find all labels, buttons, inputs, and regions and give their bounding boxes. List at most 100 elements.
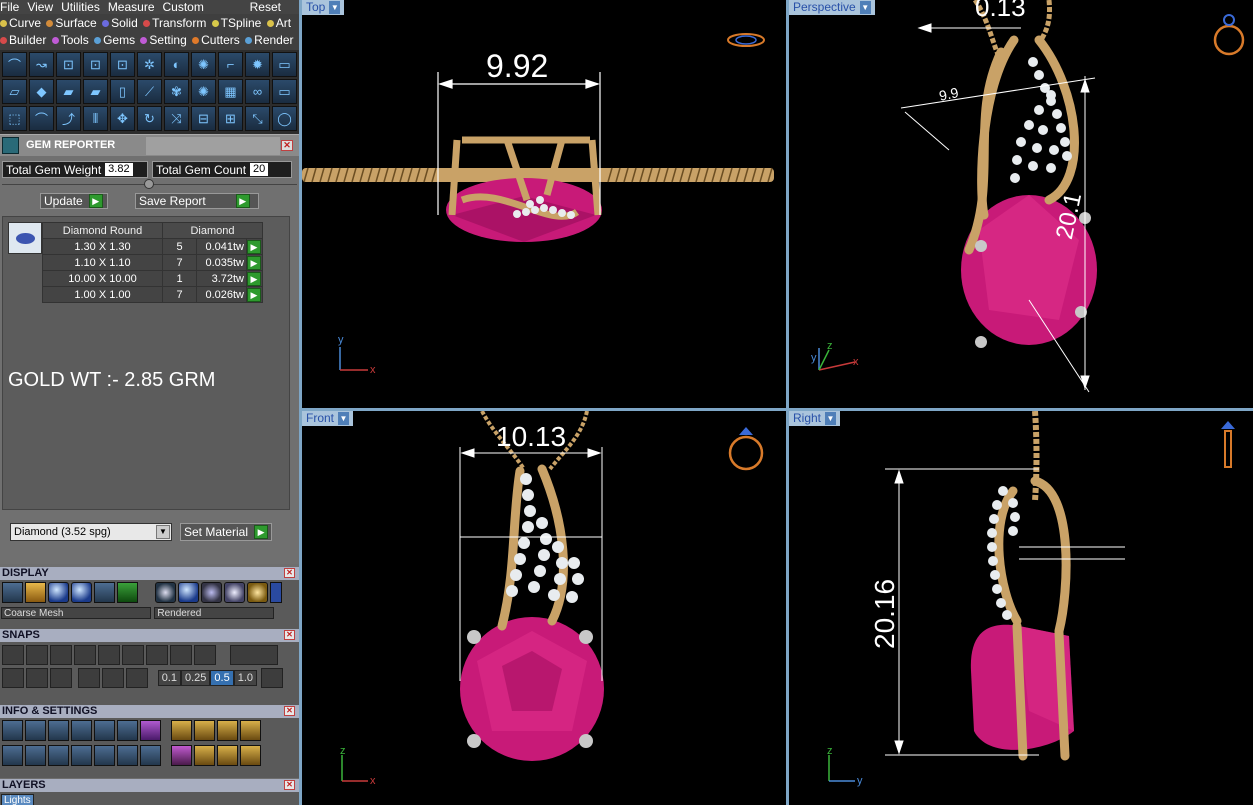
lock2-tool-icon[interactable]: ⊡ <box>83 52 108 77</box>
snap-value-1-0[interactable]: 1.0 <box>233 670 257 686</box>
texture-icon[interactable] <box>94 582 115 603</box>
set-material-button[interactable]: Set Material ▶ <box>180 523 272 541</box>
close-icon[interactable]: ✕ <box>284 780 295 790</box>
settings-gear-icon[interactable] <box>2 720 23 741</box>
category-gems[interactable]: Gems <box>94 32 135 49</box>
drop-tool-icon[interactable]: ◐ <box>164 52 189 77</box>
category-transform[interactable]: Transform <box>143 15 206 32</box>
snap-cube-icon[interactable] <box>26 668 48 688</box>
front-viewport[interactable]: 10.13 z x Front ▼ <box>302 411 786 805</box>
menu-utilities[interactable]: Utilities <box>61 0 100 14</box>
move-tool-icon[interactable]: ✥ <box>110 106 135 131</box>
top-viewport-label[interactable]: Top ▼ <box>302 0 345 15</box>
wireframe-icon[interactable] <box>2 582 23 603</box>
window-2-icon[interactable] <box>217 720 238 741</box>
material-ball-2-icon[interactable] <box>177 582 199 603</box>
snap-plane-icon[interactable] <box>102 668 124 688</box>
category-builder[interactable]: Builder <box>0 32 46 49</box>
wrench-icon[interactable] <box>25 720 46 741</box>
profile-tool-icon[interactable]: ⌒ <box>2 52 27 77</box>
perspective-viewport[interactable]: 0.13 9.9 20.1 y z x Perspective ▼ <box>789 0 1253 408</box>
category-tspline[interactable]: TSpline <box>211 15 261 32</box>
front-viewport-label[interactable]: Front ▼ <box>302 411 354 426</box>
menu-view[interactable]: View <box>27 0 53 14</box>
snap-value-0-25[interactable]: 0.25 <box>180 670 211 686</box>
select-row-icon[interactable]: ▶ <box>247 239 261 254</box>
mirror-tool-icon[interactable]: ⫴ <box>83 106 108 131</box>
lock3-tool-icon[interactable]: ⊡ <box>110 52 135 77</box>
snap-gear-icon[interactable] <box>122 645 144 665</box>
render-mode-select[interactable]: Rendered <box>154 607 275 619</box>
category-tools[interactable]: Tools <box>51 32 89 49</box>
scale-tool-icon[interactable]: ⤡ <box>245 106 270 131</box>
perspective-viewport-label[interactable]: Perspective ▼ <box>789 0 875 15</box>
list-icon[interactable] <box>140 745 161 766</box>
snap-center-icon[interactable] <box>146 645 168 665</box>
material-select[interactable]: Diamond (3.52 spg) ▼ <box>10 523 172 541</box>
reset-button[interactable]: Reset <box>250 0 281 14</box>
select-row-icon[interactable]: ▶ <box>247 287 261 302</box>
menu-custom[interactable]: Custom <box>163 0 204 14</box>
snap-value-0-1[interactable]: 0.1 <box>157 670 181 686</box>
blade-tool-icon[interactable]: ⟋ <box>137 79 162 104</box>
category-art[interactable]: Art <box>266 15 291 32</box>
select-icon[interactable] <box>117 745 138 766</box>
filter-icon[interactable] <box>94 745 115 766</box>
layers-stack-icon[interactable] <box>48 720 69 741</box>
chain-tool-icon[interactable]: ∞ <box>245 79 270 104</box>
brush-icon[interactable] <box>171 720 192 741</box>
green-map-icon[interactable] <box>117 582 138 603</box>
notes-icon[interactable] <box>117 720 138 741</box>
anchor-icon[interactable] <box>194 745 215 766</box>
close-icon[interactable]: ✕ <box>284 568 295 578</box>
save-report-button[interactable]: Save Report ▶ <box>135 193 259 209</box>
grid-view-icon[interactable] <box>2 745 23 766</box>
export-icon[interactable] <box>240 720 261 741</box>
category-curve[interactable]: Curve <box>0 15 41 32</box>
panel2-tool-icon[interactable]: ▭ <box>272 79 297 104</box>
sphere-shaded-icon[interactable] <box>48 582 69 603</box>
diamond-tool-icon[interactable]: ◆ <box>29 79 54 104</box>
right-viewport[interactable]: 20.16 z y Right ▼ <box>789 411 1253 805</box>
align-tool-icon[interactable]: ⊟ <box>191 106 216 131</box>
material-ball-4-icon[interactable] <box>223 582 245 603</box>
mesh-tool-icon[interactable]: ✲ <box>137 52 162 77</box>
snap-measure-icon[interactable] <box>78 668 100 688</box>
panel-tool-icon[interactable]: ▭ <box>272 52 297 77</box>
snap-tangent-icon[interactable] <box>194 645 216 665</box>
grid-tool-icon[interactable]: ▦ <box>218 79 243 104</box>
pink-tool-icon[interactable] <box>171 745 192 766</box>
cylinder-icon[interactable] <box>71 745 92 766</box>
snap-point-icon[interactable] <box>74 645 96 665</box>
close-icon[interactable]: ✕ <box>284 706 295 716</box>
window-icon[interactable] <box>194 720 215 741</box>
plane-tool-icon[interactable]: ▱ <box>2 79 27 104</box>
gold-shade-icon[interactable] <box>25 582 46 603</box>
circle-tool-icon[interactable]: ◯ <box>272 106 297 131</box>
page-tool-icon[interactable]: ▯ <box>110 79 135 104</box>
view-ring-icon[interactable] <box>727 33 765 47</box>
cube-grid-icon[interactable] <box>48 745 69 766</box>
material-ball-3-icon[interactable] <box>200 582 222 603</box>
rotate-tool-icon[interactable]: ↻ <box>137 106 162 131</box>
cube-color-icon[interactable] <box>140 720 161 741</box>
snap-corner-icon[interactable] <box>98 645 120 665</box>
gear-tool-icon[interactable]: ✹ <box>245 52 270 77</box>
slider-icon[interactable] <box>269 582 282 603</box>
update-button[interactable]: Update ▶ <box>40 193 108 209</box>
rail-tool-icon[interactable]: ↝ <box>29 52 54 77</box>
bend-tool-icon[interactable]: ⤴ <box>56 106 81 131</box>
snap-curve-icon[interactable] <box>26 645 48 665</box>
lock-tool-icon[interactable]: ⊡ <box>56 52 81 77</box>
snap-endpoint-icon[interactable] <box>2 645 24 665</box>
document-icon[interactable] <box>94 720 115 741</box>
lights-tab[interactable]: Lights <box>1 794 34 805</box>
menu-file[interactable]: File <box>0 0 19 14</box>
sheet2-tool-icon[interactable]: ▰ <box>83 79 108 104</box>
category-solid[interactable]: Solid <box>102 15 138 32</box>
snap-grid-icon[interactable] <box>2 668 24 688</box>
split-tool-icon[interactable]: ⊞ <box>218 106 243 131</box>
material-ball-gold-icon[interactable] <box>246 582 268 603</box>
category-surface[interactable]: Surface <box>46 15 97 32</box>
gem-tool-icon[interactable]: ✺ <box>191 52 216 77</box>
